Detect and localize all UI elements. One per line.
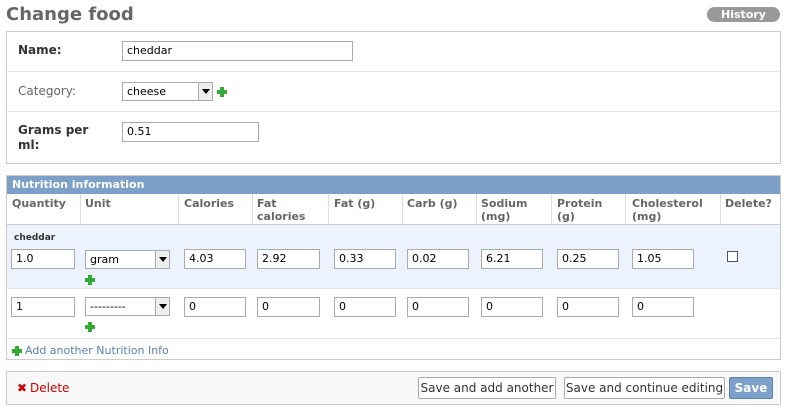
food-fieldset: Name: cheddar Category: cheese Grams per… [6, 31, 781, 164]
carb-g-input[interactable]: 0 [407, 297, 469, 317]
calories-input[interactable]: 0 [184, 297, 246, 317]
protein-g-input[interactable]: 0.25 [557, 249, 619, 269]
grams-input[interactable]: 0.51 [122, 122, 259, 142]
carb-g-input[interactable]: 0.02 [407, 249, 469, 269]
fat-calories-input[interactable]: 0 [257, 297, 320, 317]
protein-g-input[interactable]: 0 [557, 297, 619, 317]
cholesterol-mg-input[interactable]: 0 [632, 297, 694, 317]
save-and-continue-button[interactable]: Save and continue editing [564, 377, 725, 399]
chevron-down-icon [198, 83, 212, 100]
fat-g-input[interactable]: 0.33 [334, 249, 396, 269]
col-calories: Calories [184, 197, 235, 210]
delete-checkbox[interactable] [727, 251, 738, 262]
fat-calories-input[interactable]: 2.92 [257, 249, 320, 269]
cholesterol-mg-input[interactable]: 1.05 [632, 249, 694, 269]
save-button[interactable]: Save [729, 377, 773, 399]
grams-label: Grams per ml: [18, 123, 89, 152]
delete-label: Delete [30, 381, 70, 395]
delete-icon: ✖ [17, 381, 28, 395]
page-title: Change food [6, 4, 134, 25]
sodium-mg-input[interactable]: 0 [481, 297, 543, 317]
history-button[interactable]: History [707, 7, 780, 22]
original-label: cheddar [14, 233, 56, 243]
chevron-down-icon [155, 251, 169, 268]
category-value: cheese [127, 85, 167, 98]
name-input[interactable]: cheddar [122, 41, 353, 61]
nutrition-inline: Nutrition information Quantity Unit Calo… [6, 175, 781, 360]
chevron-down-icon [155, 298, 169, 315]
col-carb-g: Carb (g) [407, 197, 458, 210]
sodium-mg-input[interactable]: 6.21 [481, 249, 543, 269]
add-unit-icon[interactable] [85, 275, 95, 285]
save-and-add-another-button[interactable]: Save and add another [418, 377, 556, 399]
name-row: Name: cheddar [7, 32, 780, 72]
grams-row: Grams per ml: 0.51 [7, 112, 780, 163]
quantity-input[interactable]: 1 [11, 297, 75, 317]
col-protein-g: Protein (g) [557, 197, 603, 223]
quantity-input[interactable]: 1.0 [11, 249, 75, 269]
col-sodium-mg: Sodium (mg) [481, 197, 528, 223]
add-another-nutrition-link[interactable]: Add another Nutrition Info [25, 344, 169, 357]
fat-g-input[interactable]: 0 [334, 297, 396, 317]
col-quantity: Quantity [12, 197, 66, 210]
submit-row: ✖ Delete Save and add another Save and co… [6, 371, 781, 405]
col-unit: Unit [85, 197, 111, 210]
unit-select[interactable]: --------- [85, 297, 170, 316]
calories-input[interactable]: 4.03 [184, 249, 246, 269]
category-label: Category: [18, 84, 76, 98]
delete-link[interactable]: ✖ Delete [17, 381, 69, 395]
col-delete: Delete? [725, 197, 772, 210]
unit-value: --------- [90, 300, 126, 313]
name-label: Name: [18, 43, 62, 57]
col-fat-calories: Fat calories [257, 197, 306, 223]
col-cholesterol-mg: Cholesterol (mg) [632, 197, 703, 223]
category-select[interactable]: cheese [122, 82, 213, 101]
inline-title: Nutrition information [7, 176, 780, 194]
category-row: Category: cheese [7, 72, 780, 112]
unit-select[interactable]: gram [85, 250, 170, 269]
add-category-icon[interactable] [217, 87, 227, 97]
add-unit-icon[interactable] [85, 322, 95, 332]
col-fat-g: Fat (g) [334, 197, 376, 210]
unit-value: gram [90, 253, 119, 266]
add-icon [12, 346, 22, 356]
